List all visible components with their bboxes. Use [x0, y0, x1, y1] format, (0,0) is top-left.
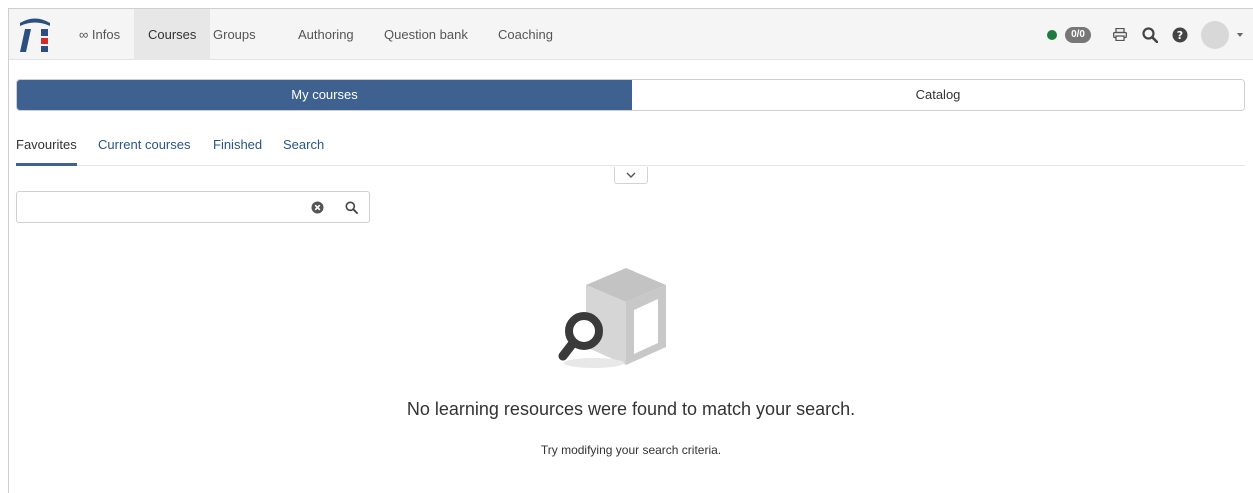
nav-item-infos[interactable]: ∞ Infos — [65, 9, 134, 60]
tab-current-courses[interactable]: Current courses — [98, 135, 190, 166]
svg-text:?: ? — [1177, 29, 1183, 42]
caret-down-icon[interactable] — [1237, 32, 1243, 37]
clear-search-icon[interactable] — [309, 199, 325, 215]
print-icon[interactable] — [1111, 26, 1129, 44]
search-input[interactable] — [17, 192, 297, 222]
nav-item-question-bank[interactable]: Question bank — [370, 9, 482, 60]
tab-finished[interactable]: Finished — [213, 135, 262, 166]
nav-item-groups[interactable]: Groups — [199, 9, 270, 60]
top-navbar: ∞ Infos Courses Groups Authoring Questio… — [9, 9, 1253, 60]
search-submit-icon[interactable] — [343, 199, 359, 215]
avatar[interactable] — [1201, 20, 1229, 49]
toggle-filters-button[interactable] — [614, 167, 648, 184]
tab-favourites[interactable]: Favourites — [16, 135, 77, 166]
course-view-switch: My courses Catalog — [16, 79, 1245, 111]
empty-box-search-icon — [558, 268, 666, 368]
search-icon[interactable] — [1141, 26, 1159, 44]
app-window: ∞ Infos Courses Groups Authoring Questio… — [8, 8, 1253, 493]
course-tabs: Favourites Current courses Finished Sear… — [16, 135, 1245, 166]
nav-tools: 0/0 ? — [1047, 9, 1243, 60]
notification-badge[interactable]: 0/0 — [1065, 26, 1091, 43]
tab-search[interactable]: Search — [283, 135, 324, 166]
app-logo-icon[interactable] — [17, 15, 53, 53]
nav-item-authoring[interactable]: Authoring — [284, 9, 368, 60]
catalog-button[interactable]: Catalog — [632, 80, 1244, 110]
empty-state-title: No learning resources were found to matc… — [406, 399, 856, 419]
chevron-down-icon — [626, 172, 636, 178]
help-icon[interactable]: ? — [1171, 26, 1189, 44]
my-courses-button[interactable]: My courses — [17, 80, 632, 110]
online-status-icon[interactable] — [1047, 29, 1058, 40]
empty-state-subtitle: Try modifying your search criteria. — [540, 443, 722, 457]
nav-item-coaching[interactable]: Coaching — [484, 9, 567, 60]
search-box — [16, 191, 370, 223]
